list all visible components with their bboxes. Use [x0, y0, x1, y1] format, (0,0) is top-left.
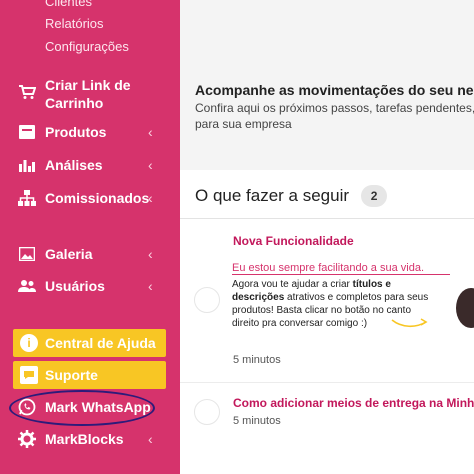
task-duration: 5 minutos — [233, 354, 281, 366]
support-button[interactable]: Suporte — [13, 361, 166, 389]
sidebar-item-label: MarkBlocks — [45, 431, 124, 447]
chevron-left-icon: ‹ — [148, 190, 153, 206]
page-subtitle: Confira aqui os próximos passos, tarefas… — [195, 101, 474, 131]
chevron-left-icon: ‹ — [148, 157, 153, 173]
divider — [180, 382, 474, 383]
sidebar-item-label: Usuários — [45, 278, 105, 294]
info-icon: i — [20, 334, 38, 352]
sidebar: Clientes Relatórios Configurações Criar … — [0, 0, 180, 474]
main-content: Acompanhe as movimentações do seu negóc … — [180, 0, 474, 474]
sidebar-item-markblocks[interactable]: MarkBlocks ‹ — [0, 425, 180, 453]
sidebar-item-cart-link[interactable]: Criar Link de Carrinho — [0, 76, 180, 112]
sidebar-item-label: Galeria — [45, 246, 93, 262]
tasks-card: O que fazer a seguir 2 Nova Funcionalida… — [180, 170, 474, 474]
promo-banner: Eu estou sempre facilitando a sua vida. … — [230, 258, 474, 338]
tasks-heading: O que fazer a seguir — [195, 186, 350, 205]
task-duration: 5 minutos — [233, 415, 281, 427]
support-icon — [20, 366, 38, 384]
page-title: Acompanhe as movimentações do seu negóc — [195, 82, 474, 98]
task-checkbox[interactable] — [194, 399, 220, 425]
topbar — [180, 0, 474, 60]
sidebar-item-produtos[interactable]: Produtos ‹ — [0, 118, 180, 146]
promo-text-part: Agora vou te ajudar a criar — [232, 279, 353, 290]
chevron-left-icon: ‹ — [148, 278, 153, 294]
gallery-icon — [18, 245, 36, 263]
tasks-header: O que fazer a seguir 2 — [195, 185, 388, 207]
promo-underline — [232, 274, 450, 275]
task-title[interactable]: Como adicionar meios de entrega na Minha… — [233, 396, 474, 410]
help-center-button[interactable]: i Central de Ajuda — [13, 329, 166, 357]
chart-icon — [18, 156, 36, 174]
sidebar-subitem-clientes[interactable]: Clientes — [45, 0, 92, 9]
cart-icon — [18, 83, 36, 101]
support-label: Suporte — [45, 367, 98, 383]
whatsapp-icon — [18, 398, 36, 416]
sidebar-item-comissionados[interactable]: Comissionados ‹ — [0, 184, 180, 212]
sidebar-item-label: Mark WhatsApp — [45, 399, 151, 415]
sidebar-item-label: Análises — [45, 157, 103, 173]
hierarchy-icon — [18, 189, 36, 207]
promo-heading: Eu estou sempre facilitando a sua vida. — [232, 262, 425, 274]
task-title[interactable]: Nova Funcionalidade — [233, 234, 354, 248]
gear-icon — [18, 430, 36, 448]
chevron-left-icon: ‹ — [148, 124, 153, 140]
products-icon — [18, 123, 36, 141]
chevron-left-icon: ‹ — [148, 431, 153, 447]
sidebar-subitem-relatorios[interactable]: Relatórios — [45, 16, 104, 31]
task-checkbox[interactable] — [194, 287, 220, 313]
chevron-left-icon: ‹ — [148, 246, 153, 262]
users-icon — [18, 277, 36, 295]
sidebar-subitem-configuracoes[interactable]: Configurações — [45, 39, 129, 54]
sidebar-item-label: Criar Link de Carrinho — [45, 77, 131, 111]
sidebar-item-analises[interactable]: Análises ‹ — [0, 151, 180, 179]
sidebar-item-label: Produtos — [45, 124, 107, 140]
sidebar-item-galeria[interactable]: Galeria ‹ — [0, 240, 180, 268]
assistant-avatar — [456, 288, 474, 328]
sidebar-item-label: Comissionados — [45, 190, 150, 206]
tasks-count-badge: 2 — [361, 185, 388, 207]
arrow-icon — [390, 316, 430, 335]
sidebar-item-whatsapp[interactable]: Mark WhatsApp — [0, 393, 180, 421]
divider — [180, 218, 474, 219]
sidebar-item-usuarios[interactable]: Usuários ‹ — [0, 272, 180, 300]
help-center-label: Central de Ajuda — [45, 335, 156, 351]
